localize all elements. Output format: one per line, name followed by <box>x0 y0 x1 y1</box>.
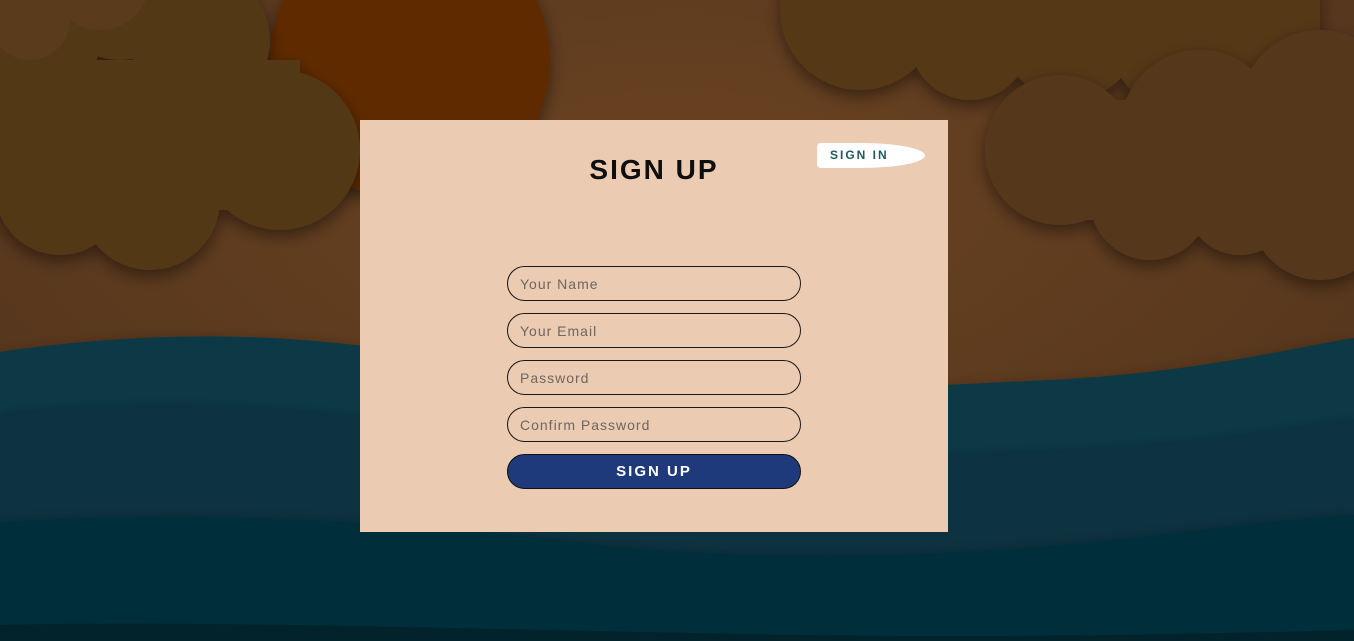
email-input[interactable] <box>507 313 801 348</box>
confirm-password-input[interactable] <box>507 407 801 442</box>
signup-card: SIGN UP SIGN IN SIGN UP <box>360 120 948 532</box>
password-input[interactable] <box>507 360 801 395</box>
sign-up-button[interactable]: SIGN UP <box>507 454 801 489</box>
signup-form: SIGN UP <box>507 266 801 489</box>
background-scene: SIGN UP SIGN IN SIGN UP <box>0 0 1354 641</box>
name-input[interactable] <box>507 266 801 301</box>
